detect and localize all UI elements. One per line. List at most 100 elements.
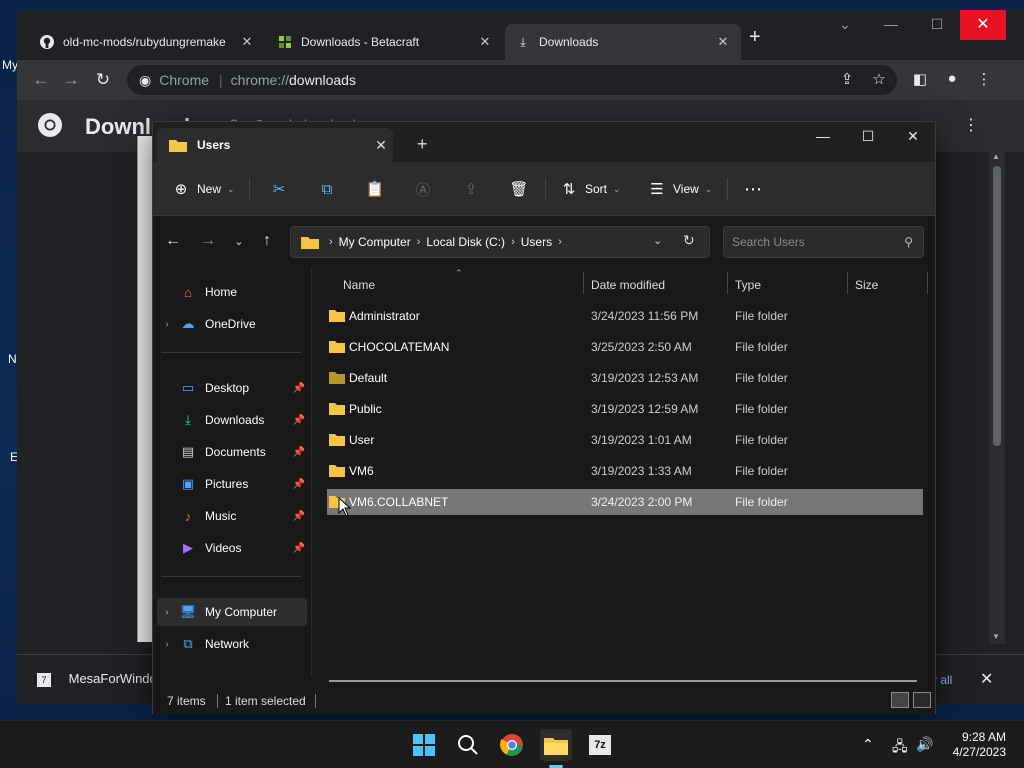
horizontal-scrollbar[interactable] [329, 680, 917, 682]
chevron-right-icon[interactable]: › [157, 607, 177, 618]
nav-item-onedrive[interactable]: › ☁ OneDrive [157, 310, 307, 338]
up-icon[interactable]: ↑ [257, 232, 277, 250]
pin-icon[interactable]: 📌 [293, 511, 305, 522]
pin-icon[interactable]: 📌 [293, 415, 305, 426]
menu-kebab-icon[interactable]: ⋮ [963, 115, 979, 135]
maximize-icon[interactable]: ☐ [845, 128, 891, 145]
taskbar-chrome[interactable] [496, 729, 528, 761]
delete-button[interactable]: 🗑 [509, 176, 535, 202]
breadcrumb-item[interactable]: Users [521, 235, 552, 249]
side-panel-icon[interactable]: ◧ [910, 70, 930, 88]
close-icon[interactable]: ✕ [890, 128, 936, 145]
chevron-down-icon[interactable]: ⌄ [653, 234, 662, 247]
breadcrumb-item[interactable]: My Computer [339, 235, 411, 249]
network-icon[interactable]: 🖧 [892, 736, 908, 760]
reload-icon[interactable]: ↻ [93, 70, 113, 90]
rename-button[interactable]: Ⓐ [413, 176, 439, 202]
nav-item-network[interactable]: › ⧉ Network [157, 630, 307, 658]
chrome-tab-github[interactable]: old-mc-mods/rubydungremake ✕ [29, 24, 265, 60]
volume-icon[interactable]: 🔊 [916, 736, 933, 753]
column-header-type[interactable]: Type [735, 272, 761, 298]
forward-icon[interactable]: → [61, 70, 81, 90]
recent-locations-icon[interactable]: ⌄ [229, 235, 249, 248]
nav-item-videos[interactable]: ▶ Videos 📌 [157, 534, 307, 562]
column-separator[interactable] [727, 272, 728, 294]
profile-icon[interactable]: ● [942, 70, 962, 87]
start-button[interactable] [408, 729, 440, 761]
table-row[interactable]: Default 3/19/2023 12:53 AM File folder [327, 365, 923, 391]
close-icon[interactable]: ✕ [980, 669, 993, 689]
tiles-view-icon[interactable] [913, 692, 931, 708]
column-separator[interactable] [847, 272, 848, 294]
nav-item-my-computer[interactable]: › 🖥 My Computer [157, 598, 307, 626]
desktop-icon-label[interactable]: My [2, 58, 18, 72]
pin-icon[interactable]: 📌 [293, 479, 305, 490]
nav-item-desktop[interactable]: ▭ Desktop 📌 [157, 374, 307, 402]
column-separator[interactable] [583, 272, 584, 294]
minimize-icon[interactable]: — [868, 16, 914, 32]
minimize-icon[interactable]: — [800, 128, 846, 144]
refresh-icon[interactable]: ↻ [683, 232, 695, 249]
nav-item-pictures[interactable]: ▣ Pictures 📌 [157, 470, 307, 498]
nav-item-music[interactable]: ♪ Music 📌 [157, 502, 307, 530]
share-button[interactable]: ⇪ [461, 176, 487, 202]
details-view-icon[interactable] [891, 692, 909, 708]
pin-icon[interactable]: 📌 [293, 543, 305, 554]
close-icon[interactable]: ✕ [369, 137, 393, 154]
column-header-size[interactable]: Size [855, 272, 878, 298]
explorer-tab-users[interactable]: Users ✕ [157, 128, 393, 162]
scroll-thumb[interactable] [993, 166, 1001, 446]
pane-splitter[interactable] [311, 268, 312, 676]
taskbar-file-explorer[interactable] [540, 729, 572, 761]
column-header-name[interactable]: Name [343, 272, 375, 298]
table-row[interactable]: User 3/19/2023 1:01 AM File folder [327, 427, 923, 453]
back-icon[interactable]: ← [31, 70, 51, 90]
pin-icon[interactable]: 📌 [293, 447, 305, 458]
download-item[interactable]: 7 MesaForWindo [37, 671, 157, 687]
bookmark-star-icon[interactable]: ☆ [869, 70, 889, 88]
nav-item-documents[interactable]: ▤ Documents 📌 [157, 438, 307, 466]
chevron-right-icon[interactable]: › [157, 639, 177, 650]
forward-icon[interactable]: → [198, 232, 218, 250]
address-bar[interactable]: ◉ Chrome | chrome:// downloads [127, 65, 897, 95]
table-row[interactable]: Administrator 3/24/2023 11:56 PM File fo… [327, 303, 923, 329]
chrome-tab-betacraft[interactable]: Downloads - Betacraft ✕ [267, 24, 503, 60]
new-button[interactable]: ⊕ New ⌄ [171, 176, 235, 202]
nav-item-downloads[interactable]: ⤓ Downloads 📌 [157, 406, 307, 434]
cut-button[interactable]: ✂ [269, 176, 295, 202]
search-input[interactable]: Search Users ⚲ [723, 226, 924, 258]
breadcrumb-item[interactable]: Local Disk (C:) [426, 235, 505, 249]
table-row[interactable]: VM6 3/19/2023 1:33 AM File folder [327, 458, 923, 484]
close-icon[interactable]: ✕ [715, 34, 731, 50]
chevron-up-icon[interactable]: ⌃ [862, 736, 874, 753]
sort-button[interactable]: ⇅ Sort ⌄ [559, 176, 621, 202]
table-row[interactable]: Public 3/19/2023 12:59 AM File folder [327, 396, 923, 422]
chevron-right-icon[interactable]: › [157, 319, 177, 330]
new-tab-button[interactable]: + [417, 134, 428, 155]
pin-icon[interactable]: 📌 [293, 383, 305, 394]
new-tab-button[interactable]: + [749, 26, 761, 49]
search-button[interactable] [452, 729, 484, 761]
tab-search-icon[interactable]: ⌄ [822, 16, 868, 33]
desktop-icon-label[interactable]: N [8, 352, 17, 366]
taskbar-7zip[interactable]: 7z [584, 729, 616, 761]
view-button[interactable]: ☰ View ⌄ [647, 176, 712, 202]
chrome-tab-downloads[interactable]: ⤓ Downloads ✕ [505, 24, 741, 60]
paste-button[interactable]: 📋 [365, 176, 391, 202]
nav-item-home[interactable]: ⌂ Home [157, 278, 307, 306]
clock[interactable]: 9:28 AM 4/27/2023 [944, 730, 1006, 760]
scroll-down-icon[interactable]: ▼ [992, 632, 1000, 641]
scroll-up-icon[interactable]: ▲ [992, 152, 1000, 161]
copy-button[interactable]: ⧉ [317, 176, 343, 202]
column-separator[interactable] [927, 272, 928, 294]
table-row[interactable]: CHOCOLATEMAN 3/25/2023 2:50 AM File fold… [327, 334, 923, 360]
close-icon[interactable]: ✕ [477, 34, 493, 50]
menu-kebab-icon[interactable]: ⋮ [974, 70, 994, 88]
close-window-button[interactable]: ✕ [960, 10, 1006, 40]
table-row-selected[interactable]: VM6.COLLABNET 3/24/2023 2:00 PM File fol… [327, 489, 923, 515]
share-icon[interactable]: ⇪ [837, 70, 857, 88]
back-icon[interactable]: ← [163, 232, 183, 250]
breadcrumb[interactable]: › My Computer › Local Disk (C:) › Users … [290, 226, 710, 258]
page-scrollbar[interactable]: ▲ ▼ [989, 150, 1005, 644]
column-header-date[interactable]: Date modified [591, 272, 665, 298]
